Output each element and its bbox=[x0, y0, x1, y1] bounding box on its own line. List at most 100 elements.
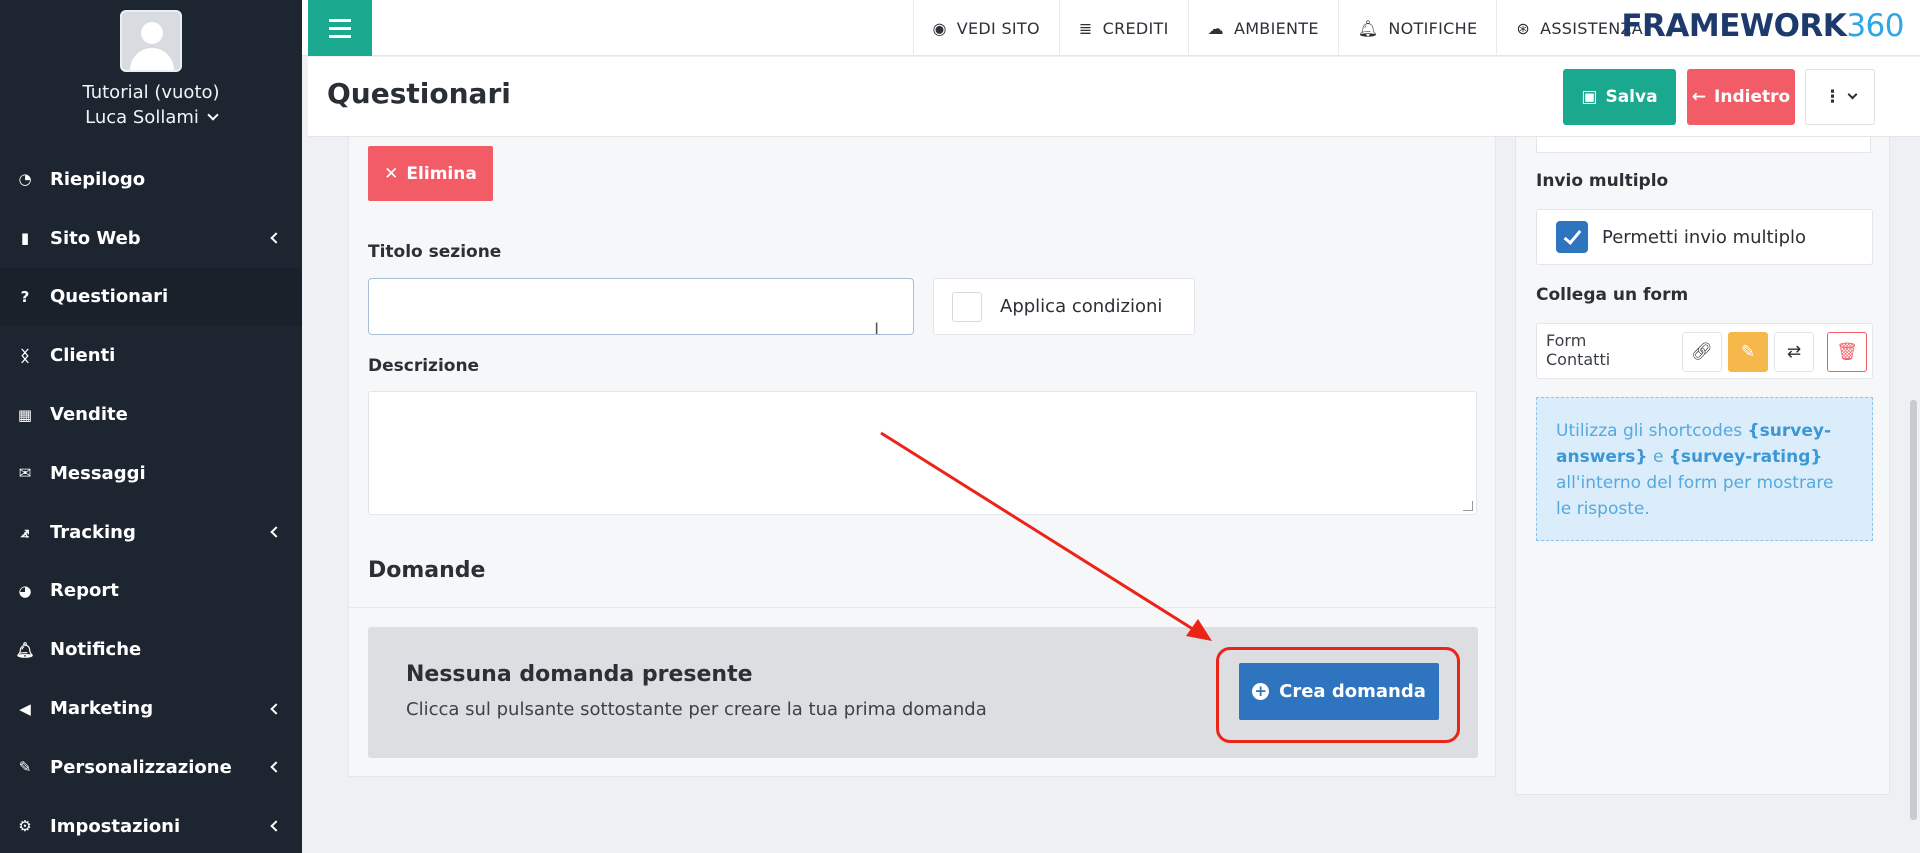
save-label: Salva bbox=[1605, 87, 1658, 107]
swap-form-button[interactable]: ⇄ bbox=[1774, 332, 1814, 372]
top-navigation: ◉ VEDI SITO ≣ CREDITI ☁ AMBIENTE 🔔︎ NOTI… bbox=[912, 0, 1663, 56]
save-button[interactable]: ▣ Salva bbox=[1563, 69, 1676, 125]
topbar: ◉ VEDI SITO ≣ CREDITI ☁ AMBIENTE 🔔︎ NOTI… bbox=[302, 0, 1920, 56]
text-cursor-icon: I bbox=[874, 319, 879, 338]
multi-submit-option[interactable]: Permetti invio multiplo bbox=[1536, 209, 1873, 265]
bell-icon: 🔔︎ bbox=[1357, 18, 1379, 38]
topnav-label: CREDITI bbox=[1102, 18, 1169, 38]
close-icon: ✕ bbox=[384, 163, 399, 184]
sidebar-item-tracking[interactable]: ⦨ Tracking bbox=[0, 503, 302, 562]
sidebar-item-marketing[interactable]: ◀ Marketing bbox=[0, 679, 302, 738]
sidebar-item-report[interactable]: ◕ Report bbox=[0, 562, 302, 621]
section-title-input[interactable]: I bbox=[368, 278, 914, 338]
conditions-checkbox[interactable] bbox=[952, 291, 982, 322]
edit-form-button[interactable]: ✎ bbox=[1728, 332, 1768, 372]
link-form-label: Collega un form bbox=[1536, 285, 1689, 305]
pie-icon: ◕ bbox=[18, 581, 32, 600]
sidebar-item-sito-web[interactable]: ▮ Sito Web bbox=[0, 209, 302, 268]
back-button[interactable]: ← Indietro bbox=[1687, 69, 1795, 125]
sidebar-item-label: Report bbox=[50, 580, 119, 602]
profile-name: Tutorial (vuoto) bbox=[82, 82, 220, 103]
brand-name: FRAMEWORK bbox=[1621, 8, 1847, 44]
chart-icon: ⦨ bbox=[20, 523, 30, 542]
topnav-ambiente[interactable]: ☁ AMBIENTE bbox=[1187, 0, 1338, 56]
info-text-post: all'interno del form per mostrare le ris… bbox=[1556, 473, 1834, 519]
chevron-down-icon bbox=[1847, 89, 1858, 100]
topnav-label: VEDI SITO bbox=[956, 18, 1040, 38]
description-textarea[interactable] bbox=[368, 391, 1477, 515]
link-form-button[interactable]: 🔗︎ bbox=[1682, 332, 1722, 372]
conditions-label: Applica condizioni bbox=[1000, 296, 1163, 317]
bell-icon: 🔔︎ bbox=[15, 640, 35, 659]
hamburger-menu-button[interactable] bbox=[308, 0, 372, 56]
empty-questions-subtitle: Clicca sul pulsante sottostante per crea… bbox=[406, 699, 987, 720]
page-header: Questionari ▣ Salva ← Indietro ⋮ bbox=[308, 57, 1920, 137]
shortcodes-info-box: Utilizza gli shortcodes {survey-answers}… bbox=[1536, 397, 1873, 541]
empty-questions-title: Nessuna domanda presente bbox=[406, 662, 753, 687]
topnav-label: NOTIFICHE bbox=[1388, 18, 1478, 38]
chevron-down-icon bbox=[207, 109, 219, 121]
shortcode-survey-rating: {survey-rating} bbox=[1668, 447, 1823, 467]
sidebar-item-label: Marketing bbox=[50, 698, 154, 720]
linked-form-name: Form Contatti bbox=[1546, 331, 1611, 369]
more-options-button[interactable]: ⋮ bbox=[1805, 69, 1875, 125]
delete-section-button[interactable]: ✕ Elimina bbox=[368, 146, 493, 201]
topnav-notifiche[interactable]: 🔔︎ NOTIFICHE bbox=[1337, 0, 1497, 56]
page-title: Questionari bbox=[327, 77, 511, 110]
brand-logo[interactable]: FRAMEWORK360 bbox=[1621, 8, 1904, 44]
pencil-icon: ✎ bbox=[1740, 342, 1756, 362]
description-label: Descrizione bbox=[368, 356, 480, 376]
brush-icon: ✎ bbox=[18, 758, 32, 777]
chevron-left-icon bbox=[270, 526, 282, 538]
coins-icon: ≣ bbox=[1078, 18, 1093, 38]
avatar[interactable] bbox=[120, 10, 182, 72]
sidebar-item-label: Notifiche bbox=[50, 639, 142, 661]
back-label: Indietro bbox=[1714, 87, 1791, 107]
cloud-icon: ☁ bbox=[1207, 18, 1224, 38]
info-text-mid: e bbox=[1647, 447, 1669, 467]
question-icon: ? bbox=[20, 287, 30, 306]
sidebar-item-personalizzazione[interactable]: ✎ Personalizzazione bbox=[0, 738, 302, 797]
chevron-left-icon bbox=[270, 232, 282, 244]
sidebar-item-impostazioni[interactable]: ⚙ Impostazioni bbox=[0, 797, 302, 853]
topnav-vedi-sito[interactable]: ◉ VEDI SITO bbox=[912, 0, 1059, 56]
dashboard-icon: ◔ bbox=[18, 170, 32, 189]
sidebar-item-clienti[interactable]: ᛝ Clienti bbox=[0, 326, 302, 385]
lifebuoy-icon: ⊛ bbox=[1516, 18, 1531, 38]
profile-block: Tutorial (vuoto) Luca Sollami bbox=[0, 0, 302, 150]
multi-submit-checkbox[interactable] bbox=[1556, 221, 1588, 253]
calculator-icon: ▦ bbox=[17, 405, 33, 424]
gear-icon: ⚙ bbox=[18, 817, 32, 836]
topnav-crediti[interactable]: ≣ CREDITI bbox=[1058, 0, 1188, 56]
apply-conditions-toggle[interactable]: Applica condizioni bbox=[933, 278, 1195, 335]
sidebar-item-label: Messaggi bbox=[50, 462, 146, 484]
chevron-left-icon bbox=[270, 761, 282, 774]
sidebar-item-riepilogo[interactable]: ◔ Riepilogo bbox=[0, 150, 302, 209]
sidebar-item-label: Tracking bbox=[50, 521, 136, 543]
user-menu-toggle[interactable]: Luca Sollami bbox=[85, 107, 219, 128]
person-icon: ᛝ bbox=[20, 346, 30, 365]
sidebar-item-messaggi[interactable]: ✉ Messaggi bbox=[0, 444, 302, 503]
multi-submit-checkbox-label: Permetti invio multiplo bbox=[1602, 226, 1807, 248]
previous-field-box bbox=[1536, 137, 1871, 153]
brand-number: 360 bbox=[1846, 8, 1904, 44]
sidebar-item-label: Vendite bbox=[50, 404, 128, 426]
settings-panel: Invio multiplo Permetti invio multiplo C… bbox=[1515, 137, 1890, 795]
user-name: Luca Sollami bbox=[85, 107, 199, 128]
chevron-left-icon bbox=[270, 820, 282, 832]
sidebar-menu: ◔ Riepilogo ▮ Sito Web ? Questionari ᛝ C… bbox=[0, 150, 302, 853]
sidebar-item-label: Questionari bbox=[50, 286, 169, 308]
megaphone-icon: ◀ bbox=[19, 699, 31, 718]
resize-handle-icon[interactable] bbox=[1463, 501, 1473, 511]
sidebar-item-notifiche[interactable]: 🔔︎ Notifiche bbox=[0, 620, 302, 679]
sidebar-item-vendite[interactable]: ▦ Vendite bbox=[0, 385, 302, 444]
kebab-icon: ⋮ bbox=[1824, 87, 1841, 107]
sidebar-item-questionari[interactable]: ? Questionari bbox=[0, 267, 302, 327]
linked-form-row: Form Contatti 🔗︎ ✎ ⇄ 🗑︎ bbox=[1536, 323, 1873, 379]
scrollbar-thumb[interactable] bbox=[1910, 400, 1917, 820]
section-title-label: Titolo sezione bbox=[368, 242, 502, 262]
sidebar-item-label: Clienti bbox=[50, 345, 116, 367]
checkmark-icon bbox=[1563, 225, 1581, 245]
delete-form-button[interactable]: 🗑︎ bbox=[1827, 332, 1867, 372]
delete-label: Elimina bbox=[406, 163, 477, 184]
